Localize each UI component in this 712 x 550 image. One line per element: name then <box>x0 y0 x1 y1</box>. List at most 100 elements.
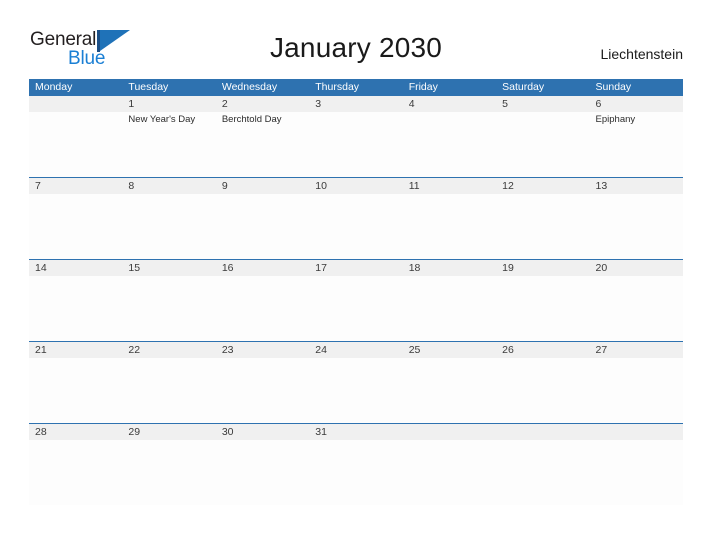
day-number <box>496 424 590 440</box>
calendar-day-cell[interactable]: 7 <box>29 178 123 259</box>
day-events <box>590 440 683 442</box>
calendar-day-cell[interactable]: 12 <box>496 178 590 259</box>
day-events: Epiphany <box>590 112 683 126</box>
calendar-day-cell[interactable]: 20 <box>589 260 683 341</box>
calendar-day-cell[interactable]: 17 <box>309 260 403 341</box>
day-number: 15 <box>122 260 216 276</box>
calendar-day-cell[interactable]: 28 <box>29 424 123 505</box>
day-number <box>589 424 683 440</box>
day-events <box>29 276 122 278</box>
day-number: 17 <box>309 260 403 276</box>
day-number: 24 <box>309 342 403 358</box>
day-events <box>216 440 309 442</box>
calendar-grid: Monday Tuesday Wednesday Thursday Friday… <box>29 79 683 505</box>
day-number: 20 <box>589 260 683 276</box>
day-number: 13 <box>589 178 683 194</box>
day-events <box>496 276 589 278</box>
calendar-day-cell[interactable]: 11 <box>402 178 497 259</box>
day-event-label: Epiphany <box>595 114 636 125</box>
calendar-day-cell[interactable]: 19 <box>496 260 590 341</box>
day-number: 1 <box>122 96 216 112</box>
day-events <box>496 358 589 360</box>
day-events <box>122 440 215 442</box>
day-number: 19 <box>496 260 590 276</box>
weekday-header-wednesday: Wednesday <box>221 81 278 93</box>
calendar-day-cell[interactable]: 1 New Year's Day <box>122 96 216 177</box>
calendar-day-cell[interactable]: 9 <box>215 178 310 259</box>
day-number: 8 <box>122 178 216 194</box>
day-events <box>403 440 496 442</box>
weekday-header-thursday: Thursday <box>315 81 360 93</box>
day-events <box>496 194 589 196</box>
calendar-day-cell[interactable]: 21 <box>29 342 123 423</box>
day-number: 14 <box>29 260 123 276</box>
day-number <box>29 96 123 112</box>
calendar-day-cell[interactable] <box>496 424 590 505</box>
day-events <box>309 276 402 278</box>
day-number: 22 <box>122 342 216 358</box>
day-events <box>590 276 683 278</box>
day-events <box>216 194 309 196</box>
day-events <box>403 194 496 196</box>
calendar-week-row: 7 8 9 10 11 12 13 <box>29 177 683 259</box>
day-number <box>402 424 497 440</box>
calendar-day-cell[interactable]: 24 <box>309 342 403 423</box>
day-events <box>216 276 309 278</box>
day-number: 2 <box>215 96 310 112</box>
day-number: 10 <box>309 178 403 194</box>
calendar-week-row: 28 29 30 31 <box>29 423 683 505</box>
calendar-day-cell[interactable]: 29 <box>122 424 216 505</box>
day-number: 21 <box>29 342 123 358</box>
calendar-day-cell[interactable] <box>29 96 123 177</box>
calendar-day-cell[interactable]: 13 <box>589 178 683 259</box>
calendar-day-cell[interactable]: 2 Berchtold Day <box>215 96 310 177</box>
weekday-header-tuesday: Tuesday <box>128 81 169 93</box>
calendar-day-cell[interactable] <box>589 424 683 505</box>
day-number: 4 <box>402 96 497 112</box>
calendar-day-cell[interactable]: 6 Epiphany <box>589 96 683 177</box>
calendar-day-cell[interactable]: 10 <box>309 178 403 259</box>
day-events <box>216 358 309 360</box>
day-number: 23 <box>215 342 310 358</box>
calendar-day-cell[interactable]: 5 <box>496 96 590 177</box>
calendar-week-row: 1 New Year's Day 2 Berchtold Day 3 4 5 6 <box>29 96 683 177</box>
day-number: 27 <box>589 342 683 358</box>
day-events <box>590 194 683 196</box>
day-events <box>309 194 402 196</box>
calendar-day-cell[interactable]: 4 <box>402 96 497 177</box>
calendar-day-cell[interactable]: 3 <box>309 96 403 177</box>
calendar-day-cell[interactable]: 26 <box>496 342 590 423</box>
day-events: New Year's Day <box>122 112 215 126</box>
calendar-day-cell[interactable]: 14 <box>29 260 123 341</box>
calendar-day-cell[interactable]: 22 <box>122 342 216 423</box>
weekday-header-row: Monday Tuesday Wednesday Thursday Friday… <box>29 79 683 96</box>
calendar-day-cell[interactable]: 16 <box>215 260 310 341</box>
day-events <box>29 358 122 360</box>
calendar-day-cell[interactable]: 18 <box>402 260 497 341</box>
day-events <box>403 112 496 114</box>
day-events <box>309 358 402 360</box>
day-number: 7 <box>29 178 123 194</box>
calendar-day-cell[interactable]: 27 <box>589 342 683 423</box>
calendar-day-cell[interactable]: 8 <box>122 178 216 259</box>
weekday-header-friday: Friday <box>408 81 438 93</box>
weekday-header-monday: Monday <box>35 81 73 93</box>
day-events <box>496 440 589 442</box>
calendar-week-row: 14 15 16 17 18 19 20 <box>29 259 683 341</box>
calendar-day-cell[interactable]: 31 <box>309 424 403 505</box>
day-number: 16 <box>215 260 310 276</box>
day-number: 31 <box>309 424 403 440</box>
weekday-header-sunday: Sunday <box>595 81 632 93</box>
calendar-day-cell[interactable]: 25 <box>402 342 497 423</box>
calendar-day-cell[interactable]: 23 <box>215 342 310 423</box>
day-number: 3 <box>309 96 403 112</box>
day-event-label: Berchtold Day <box>221 114 282 125</box>
day-number: 18 <box>402 260 497 276</box>
day-number: 5 <box>496 96 590 112</box>
day-number: 12 <box>496 178 590 194</box>
calendar-day-cell[interactable]: 15 <box>122 260 216 341</box>
day-event-label: New Year's Day <box>128 114 196 125</box>
day-number: 29 <box>122 424 216 440</box>
calendar-day-cell[interactable]: 30 <box>215 424 310 505</box>
calendar-day-cell[interactable] <box>402 424 497 505</box>
